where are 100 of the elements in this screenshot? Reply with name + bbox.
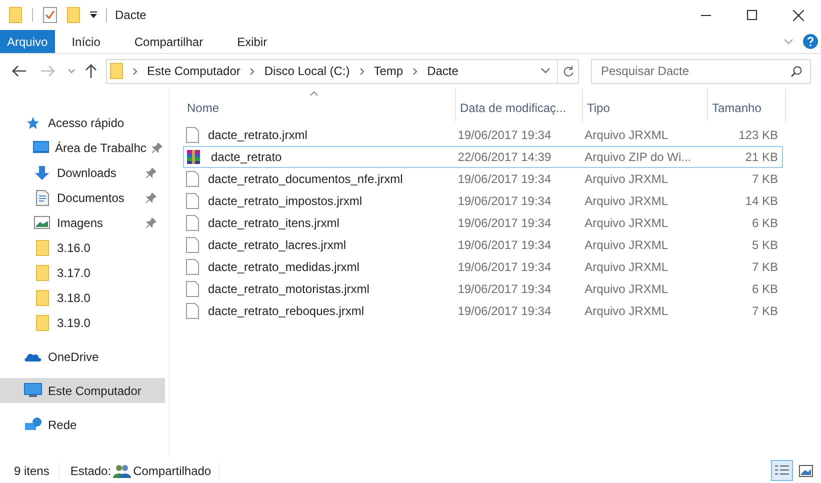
sidebar-item[interactable]: Downloads bbox=[0, 160, 165, 185]
pin-icon[interactable] bbox=[146, 192, 156, 202]
breadcrumb[interactable]: Temp bbox=[374, 62, 404, 80]
chevron-right-icon[interactable] bbox=[250, 68, 254, 74]
sidebar-label: Rede bbox=[48, 416, 77, 434]
chevron-down-icon[interactable] bbox=[68, 68, 75, 74]
file-name: dacte_retrato_itens.jrxml bbox=[208, 215, 340, 232]
table-cell-text: Arquivo JRXML bbox=[584, 281, 670, 298]
dropdown-icon[interactable] bbox=[89, 11, 98, 19]
star-icon bbox=[26, 116, 40, 130]
sidebar-item[interactable]: Imagens bbox=[0, 210, 165, 235]
document-icon bbox=[186, 127, 199, 143]
refresh-icon bbox=[562, 65, 574, 77]
chevron-right-icon[interactable] bbox=[413, 68, 418, 74]
sidebar-item[interactable]: 3.19.0 bbox=[0, 310, 165, 335]
table-cell-text: 5 KB bbox=[750, 237, 779, 254]
sidebar-label: 3.18.0 bbox=[57, 290, 90, 306]
pin-icon[interactable] bbox=[152, 142, 162, 152]
sidebar-item[interactable]: OneDrive bbox=[0, 344, 165, 369]
chevron-right-icon[interactable] bbox=[133, 68, 137, 74]
table-cell-text: 19/06/2017 19:34 bbox=[456, 193, 552, 210]
down-arrow-icon bbox=[34, 164, 50, 180]
file-name: dacte_retrato bbox=[211, 149, 282, 166]
file-row[interactable]: dacte_retrato_medidas.jrxml 19/06/2017 19:34 Arquivo JRXML 7 KB bbox=[183, 256, 783, 278]
table-cell-text: Arquivo JRXML bbox=[584, 303, 670, 320]
sidebar-item[interactable]: Acesso rápido bbox=[0, 110, 165, 135]
table-cell-text: 7 KB bbox=[750, 259, 779, 276]
file-name: dacte_retrato_impostos.jrxml bbox=[208, 193, 362, 210]
sidebar-label: 3.16.0 bbox=[57, 240, 90, 256]
table-cell-text: 22/06/2017 14:39 bbox=[456, 149, 552, 166]
sidebar-label: Este Computador bbox=[48, 382, 142, 400]
ribbon-tab[interactable]: Compartilhar bbox=[117, 30, 220, 53]
sidebar-label: Acesso rápido bbox=[48, 114, 124, 132]
sidebar-item[interactable]: Área de Trabalhc bbox=[0, 135, 165, 160]
sidebar-item[interactable]: Este Computador bbox=[0, 378, 165, 403]
document-icon bbox=[186, 171, 199, 187]
network-icon bbox=[24, 417, 42, 432]
checklist-icon[interactable] bbox=[43, 7, 57, 23]
document-icon bbox=[186, 259, 199, 275]
breadcrumb[interactable]: Disco Local (C:) bbox=[264, 62, 350, 80]
file-row[interactable]: dacte_retrato_impostos.jrxml 19/06/2017 19:34 Arquivo JRXML 14 KB bbox=[183, 190, 783, 212]
sidebar-item[interactable]: 3.17.0 bbox=[0, 260, 165, 285]
back-arrow-icon[interactable] bbox=[12, 65, 26, 77]
sidebar-item[interactable]: 3.16.0 bbox=[0, 235, 165, 260]
up-arrow-icon[interactable] bbox=[85, 64, 97, 78]
search-icon[interactable] bbox=[791, 66, 802, 76]
details-view-button[interactable] bbox=[771, 460, 793, 481]
folder-icon bbox=[36, 264, 48, 280]
file-row[interactable]: dacte_retrato 22/06/2017 14:39 Arquivo ZIP do Wi... 21 KB bbox=[183, 146, 783, 168]
folder-icon bbox=[36, 314, 48, 330]
pin-icon[interactable] bbox=[146, 168, 156, 178]
column-header[interactable]: Tipo bbox=[583, 88, 708, 121]
address-bar[interactable]: Este Computador Disco Local (C:) Temp Dacte bbox=[106, 58, 579, 84]
search-field[interactable]: Pesquisar Dacte bbox=[591, 58, 811, 84]
chevron-right-icon[interactable] bbox=[360, 68, 364, 74]
ribbon-tab[interactable]: Exibir bbox=[220, 30, 284, 53]
table-cell-text: Arquivo JRXML bbox=[584, 259, 670, 276]
pin-icon[interactable] bbox=[146, 218, 156, 228]
breadcrumb[interactable]: Este Computador bbox=[147, 62, 240, 80]
breadcrumb[interactable]: Dacte bbox=[427, 62, 458, 80]
monitor-icon bbox=[24, 383, 42, 398]
file-row[interactable]: dacte_retrato_reboques.jrxml 19/06/2017 19:34 Arquivo JRXML 7 KB bbox=[183, 300, 783, 322]
sidebar-label: Imagens bbox=[57, 214, 104, 232]
folder-icon bbox=[110, 63, 123, 79]
file-row[interactable]: dacte_retrato_itens.jrxml 19/06/2017 19:34 Arquivo JRXML 6 KB bbox=[183, 212, 783, 234]
table-cell-text: 19/06/2017 19:34 bbox=[456, 303, 552, 320]
table-cell-text: 6 KB bbox=[750, 215, 779, 232]
sidebar-label: Área de Trabalhc bbox=[55, 140, 146, 156]
column-header[interactable]: Data de modificaç... bbox=[456, 88, 583, 121]
file-name: dacte_retrato_reboques.jrxml bbox=[208, 303, 364, 320]
table-cell-text: Arquivo JRXML bbox=[584, 237, 670, 254]
table-cell-text: 6 KB bbox=[750, 281, 779, 298]
sidebar-item[interactable]: 3.18.0 bbox=[0, 285, 165, 310]
maximize-icon bbox=[747, 10, 757, 20]
sidebar-item[interactable]: Documentos bbox=[0, 185, 165, 210]
chevron-down-icon[interactable] bbox=[541, 68, 550, 74]
help-icon[interactable] bbox=[803, 34, 818, 49]
minimize-icon bbox=[701, 14, 711, 16]
column-header[interactable]: Tamanho bbox=[708, 88, 786, 121]
document-icon bbox=[186, 281, 199, 297]
state-value: Compartilhado bbox=[133, 462, 220, 480]
file-row[interactable]: dacte_retrato_documentos_nfe.jrxml 19/06/2017 19:34 Arquivo JRXML 7 KB bbox=[183, 168, 783, 190]
column-header[interactable]: Nome bbox=[183, 88, 456, 121]
table-cell-text: Arquivo JRXML bbox=[584, 215, 670, 232]
folder-icon bbox=[9, 7, 22, 23]
file-name: dacte_retrato_motoristas.jrxml bbox=[208, 281, 370, 298]
ribbon-tab[interactable]: Início bbox=[54, 30, 118, 53]
sidebar-item[interactable]: Rede bbox=[0, 412, 165, 437]
document-icon bbox=[186, 215, 199, 231]
table-cell-text: 19/06/2017 19:34 bbox=[456, 281, 552, 298]
table-cell-text: 19/06/2017 19:34 bbox=[456, 259, 552, 276]
file-row[interactable]: dacte_retrato_lacres.jrxml 19/06/2017 19:34 Arquivo JRXML 5 KB bbox=[183, 234, 783, 256]
ribbon-tab[interactable]: Arquivo bbox=[0, 30, 55, 53]
table-cell-text: 14 KB bbox=[744, 193, 779, 210]
table-cell-text: Arquivo JRXML bbox=[584, 171, 670, 188]
document-icon bbox=[36, 190, 48, 206]
sidebar-label: 3.17.0 bbox=[57, 264, 90, 282]
file-row[interactable]: dacte_retrato.jrxml 19/06/2017 19:34 Arquivo JRXML 123 KB bbox=[183, 124, 783, 146]
file-row[interactable]: dacte_retrato_motoristas.jrxml 19/06/2017 19:34 Arquivo JRXML 6 KB bbox=[183, 278, 783, 300]
sidebar-label: OneDrive bbox=[48, 348, 99, 366]
